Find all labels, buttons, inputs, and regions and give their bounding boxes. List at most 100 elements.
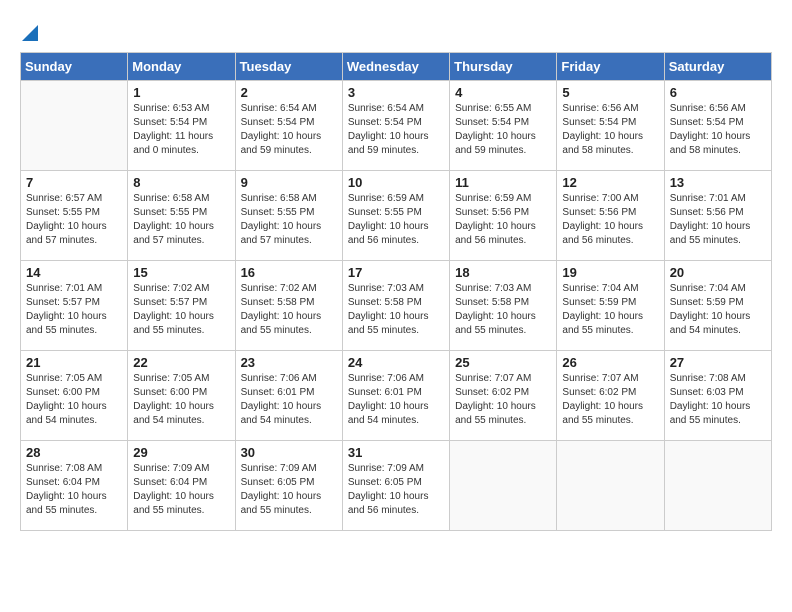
calendar-cell: 6 Sunrise: 6:56 AM Sunset: 5:54 PM Daylig…	[664, 81, 771, 171]
day-info: Sunrise: 7:03 AM Sunset: 5:58 PM Dayligh…	[348, 282, 444, 338]
day-number: 1	[133, 85, 229, 100]
day-number: 4	[455, 85, 551, 100]
day-info: Sunrise: 6:57 AM Sunset: 5:55 PM Dayligh…	[26, 192, 122, 248]
day-of-week-header: Thursday	[450, 53, 557, 81]
day-number: 9	[241, 175, 337, 190]
day-info: Sunrise: 7:09 AM Sunset: 6:05 PM Dayligh…	[241, 462, 337, 518]
day-of-week-header: Saturday	[664, 53, 771, 81]
day-number: 5	[562, 85, 658, 100]
calendar-cell: 3Sunrise: 6:54 AM Sunset: 5:54 PM Daylig…	[342, 81, 449, 171]
calendar-cell	[450, 441, 557, 531]
day-info: Sunrise: 7:08 AM Sunset: 6:04 PM Dayligh…	[26, 462, 122, 518]
calendar-cell: 7 Sunrise: 6:57 AM Sunset: 5:55 PM Daylig…	[21, 171, 128, 261]
calendar-cell: 13 Sunrise: 7:01 AM Sunset: 5:56 PM Dayli…	[664, 171, 771, 261]
day-number: 15	[133, 265, 229, 280]
calendar-cell: 1 Sunrise: 6:53 AM Sunset: 5:54 PM Daylig…	[128, 81, 235, 171]
day-number: 19	[562, 265, 658, 280]
day-info: Sunrise: 6:59 AM Sunset: 5:56 PM Dayligh…	[455, 192, 551, 248]
calendar-cell: 19 Sunrise: 7:04 AM Sunset: 5:59 PM Dayli…	[557, 261, 664, 351]
calendar-cell: 16 Sunrise: 7:02 AM Sunset: 5:58 PM Dayli…	[235, 261, 342, 351]
calendar-cell: 12Sunrise: 7:00 AM Sunset: 5:56 PM Dayli…	[557, 171, 664, 261]
calendar-cell: 21 Sunrise: 7:05 AM Sunset: 6:00 PM Dayli…	[21, 351, 128, 441]
day-info: Sunrise: 6:55 AM Sunset: 5:54 PM Dayligh…	[455, 102, 551, 158]
calendar-cell: 22 Sunrise: 7:05 AM Sunset: 6:00 PM Dayli…	[128, 351, 235, 441]
day-number: 6	[670, 85, 766, 100]
calendar-cell: 24 Sunrise: 7:06 AM Sunset: 6:01 PM Dayli…	[342, 351, 449, 441]
day-info: Sunrise: 7:06 AM Sunset: 6:01 PM Dayligh…	[241, 372, 337, 428]
day-of-week-header: Wednesday	[342, 53, 449, 81]
calendar-cell: 30Sunrise: 7:09 AM Sunset: 6:05 PM Dayli…	[235, 441, 342, 531]
calendar-cell: 17Sunrise: 7:03 AM Sunset: 5:58 PM Dayli…	[342, 261, 449, 351]
calendar-cell: 18 Sunrise: 7:03 AM Sunset: 5:58 PM Dayli…	[450, 261, 557, 351]
day-number: 7	[26, 175, 122, 190]
day-number: 8	[133, 175, 229, 190]
calendar-cell: 2 Sunrise: 6:54 AM Sunset: 5:54 PM Daylig…	[235, 81, 342, 171]
calendar-cell: 31 Sunrise: 7:09 AM Sunset: 6:05 PM Dayli…	[342, 441, 449, 531]
day-number: 2	[241, 85, 337, 100]
calendar-cell: 15 Sunrise: 7:02 AM Sunset: 5:57 PM Dayli…	[128, 261, 235, 351]
calendar-cell: 8Sunrise: 6:58 AM Sunset: 5:55 PM Daylig…	[128, 171, 235, 261]
day-of-week-header: Tuesday	[235, 53, 342, 81]
day-info: Sunrise: 7:03 AM Sunset: 5:58 PM Dayligh…	[455, 282, 551, 338]
day-info: Sunrise: 7:07 AM Sunset: 6:02 PM Dayligh…	[455, 372, 551, 428]
day-info: Sunrise: 7:05 AM Sunset: 6:00 PM Dayligh…	[26, 372, 122, 428]
days-header-row: SundayMondayTuesdayWednesdayThursdayFrid…	[21, 53, 772, 81]
day-number: 10	[348, 175, 444, 190]
day-info: Sunrise: 7:04 AM Sunset: 5:59 PM Dayligh…	[670, 282, 766, 338]
day-number: 31	[348, 445, 444, 460]
day-info: Sunrise: 6:54 AM Sunset: 5:54 PM Dayligh…	[241, 102, 337, 158]
day-info: Sunrise: 7:05 AM Sunset: 6:00 PM Dayligh…	[133, 372, 229, 428]
calendar-cell: 14 Sunrise: 7:01 AM Sunset: 5:57 PM Dayli…	[21, 261, 128, 351]
day-info: Sunrise: 7:06 AM Sunset: 6:01 PM Dayligh…	[348, 372, 444, 428]
calendar-cell: 28 Sunrise: 7:08 AM Sunset: 6:04 PM Dayli…	[21, 441, 128, 531]
logo	[20, 20, 38, 42]
day-number: 14	[26, 265, 122, 280]
day-info: Sunrise: 7:01 AM Sunset: 5:56 PM Dayligh…	[670, 192, 766, 248]
day-info: Sunrise: 7:02 AM Sunset: 5:57 PM Dayligh…	[133, 282, 229, 338]
day-info: Sunrise: 7:09 AM Sunset: 6:05 PM Dayligh…	[348, 462, 444, 518]
day-number: 11	[455, 175, 551, 190]
calendar-cell: 4 Sunrise: 6:55 AM Sunset: 5:54 PM Daylig…	[450, 81, 557, 171]
calendar-cell: 9 Sunrise: 6:58 AM Sunset: 5:55 PM Daylig…	[235, 171, 342, 261]
day-info: Sunrise: 7:02 AM Sunset: 5:58 PM Dayligh…	[241, 282, 337, 338]
calendar-cell: 25 Sunrise: 7:07 AM Sunset: 6:02 PM Dayli…	[450, 351, 557, 441]
calendar-cell: 29Sunrise: 7:09 AM Sunset: 6:04 PM Dayli…	[128, 441, 235, 531]
calendar-cell	[664, 441, 771, 531]
calendar-week-row: 28 Sunrise: 7:08 AM Sunset: 6:04 PM Dayli…	[21, 441, 772, 531]
calendar-cell: 5 Sunrise: 6:56 AM Sunset: 5:54 PM Daylig…	[557, 81, 664, 171]
day-number: 26	[562, 355, 658, 370]
day-info: Sunrise: 6:56 AM Sunset: 5:54 PM Dayligh…	[670, 102, 766, 158]
day-info: Sunrise: 7:00 AM Sunset: 5:56 PM Dayligh…	[562, 192, 658, 248]
day-info: Sunrise: 6:56 AM Sunset: 5:54 PM Dayligh…	[562, 102, 658, 158]
day-number: 16	[241, 265, 337, 280]
day-number: 24	[348, 355, 444, 370]
day-info: Sunrise: 7:04 AM Sunset: 5:59 PM Dayligh…	[562, 282, 658, 338]
day-info: Sunrise: 6:53 AM Sunset: 5:54 PM Dayligh…	[133, 102, 229, 158]
day-number: 27	[670, 355, 766, 370]
calendar-cell: 26 Sunrise: 7:07 AM Sunset: 6:02 PM Dayli…	[557, 351, 664, 441]
day-info: Sunrise: 6:59 AM Sunset: 5:55 PM Dayligh…	[348, 192, 444, 248]
day-number: 28	[26, 445, 122, 460]
day-number: 18	[455, 265, 551, 280]
day-info: Sunrise: 7:09 AM Sunset: 6:04 PM Dayligh…	[133, 462, 229, 518]
day-info: Sunrise: 7:01 AM Sunset: 5:57 PM Dayligh…	[26, 282, 122, 338]
calendar-week-row: 14 Sunrise: 7:01 AM Sunset: 5:57 PM Dayli…	[21, 261, 772, 351]
page-header	[20, 20, 772, 42]
day-of-week-header: Sunday	[21, 53, 128, 81]
day-info: Sunrise: 7:07 AM Sunset: 6:02 PM Dayligh…	[562, 372, 658, 428]
calendar-cell	[21, 81, 128, 171]
calendar-cell: 23Sunrise: 7:06 AM Sunset: 6:01 PM Dayli…	[235, 351, 342, 441]
day-info: Sunrise: 6:58 AM Sunset: 5:55 PM Dayligh…	[241, 192, 337, 248]
calendar-week-row: 7 Sunrise: 6:57 AM Sunset: 5:55 PM Daylig…	[21, 171, 772, 261]
calendar-table: SundayMondayTuesdayWednesdayThursdayFrid…	[20, 52, 772, 531]
day-number: 13	[670, 175, 766, 190]
calendar-week-row: 1 Sunrise: 6:53 AM Sunset: 5:54 PM Daylig…	[21, 81, 772, 171]
day-number: 21	[26, 355, 122, 370]
logo-triangle-icon	[22, 25, 38, 41]
calendar-cell: 11 Sunrise: 6:59 AM Sunset: 5:56 PM Dayli…	[450, 171, 557, 261]
day-number: 25	[455, 355, 551, 370]
day-number: 22	[133, 355, 229, 370]
day-info: Sunrise: 7:08 AM Sunset: 6:03 PM Dayligh…	[670, 372, 766, 428]
day-of-week-header: Friday	[557, 53, 664, 81]
day-of-week-header: Monday	[128, 53, 235, 81]
